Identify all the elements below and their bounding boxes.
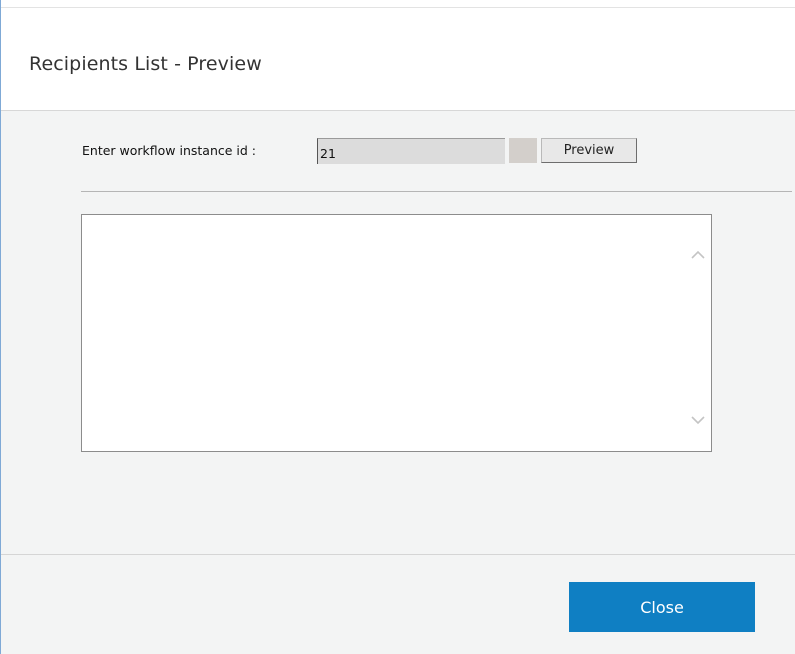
preview-button[interactable]: Preview [541,138,637,163]
recipients-preview-dialog: Recipients List - Preview Enter workflow… [0,0,795,654]
workflow-id-label: Enter workflow instance id : [82,143,257,158]
dialog-footer: Close [1,555,795,654]
close-button[interactable]: Close [569,582,755,632]
input-addon-box [509,138,537,163]
recipients-list-box[interactable] [81,214,712,452]
vertical-scrollbar[interactable] [685,215,711,451]
workflow-id-input[interactable] [317,138,505,164]
dialog-title: Recipients List - Preview [29,53,262,75]
dialog-header: Recipients List - Preview [1,8,795,111]
recipients-list-content [82,215,685,451]
chevron-down-icon[interactable] [690,410,706,425]
dialog-body: Enter workflow instance id : Preview [1,111,795,555]
section-divider [81,191,792,192]
chevron-up-icon[interactable] [690,245,706,259]
